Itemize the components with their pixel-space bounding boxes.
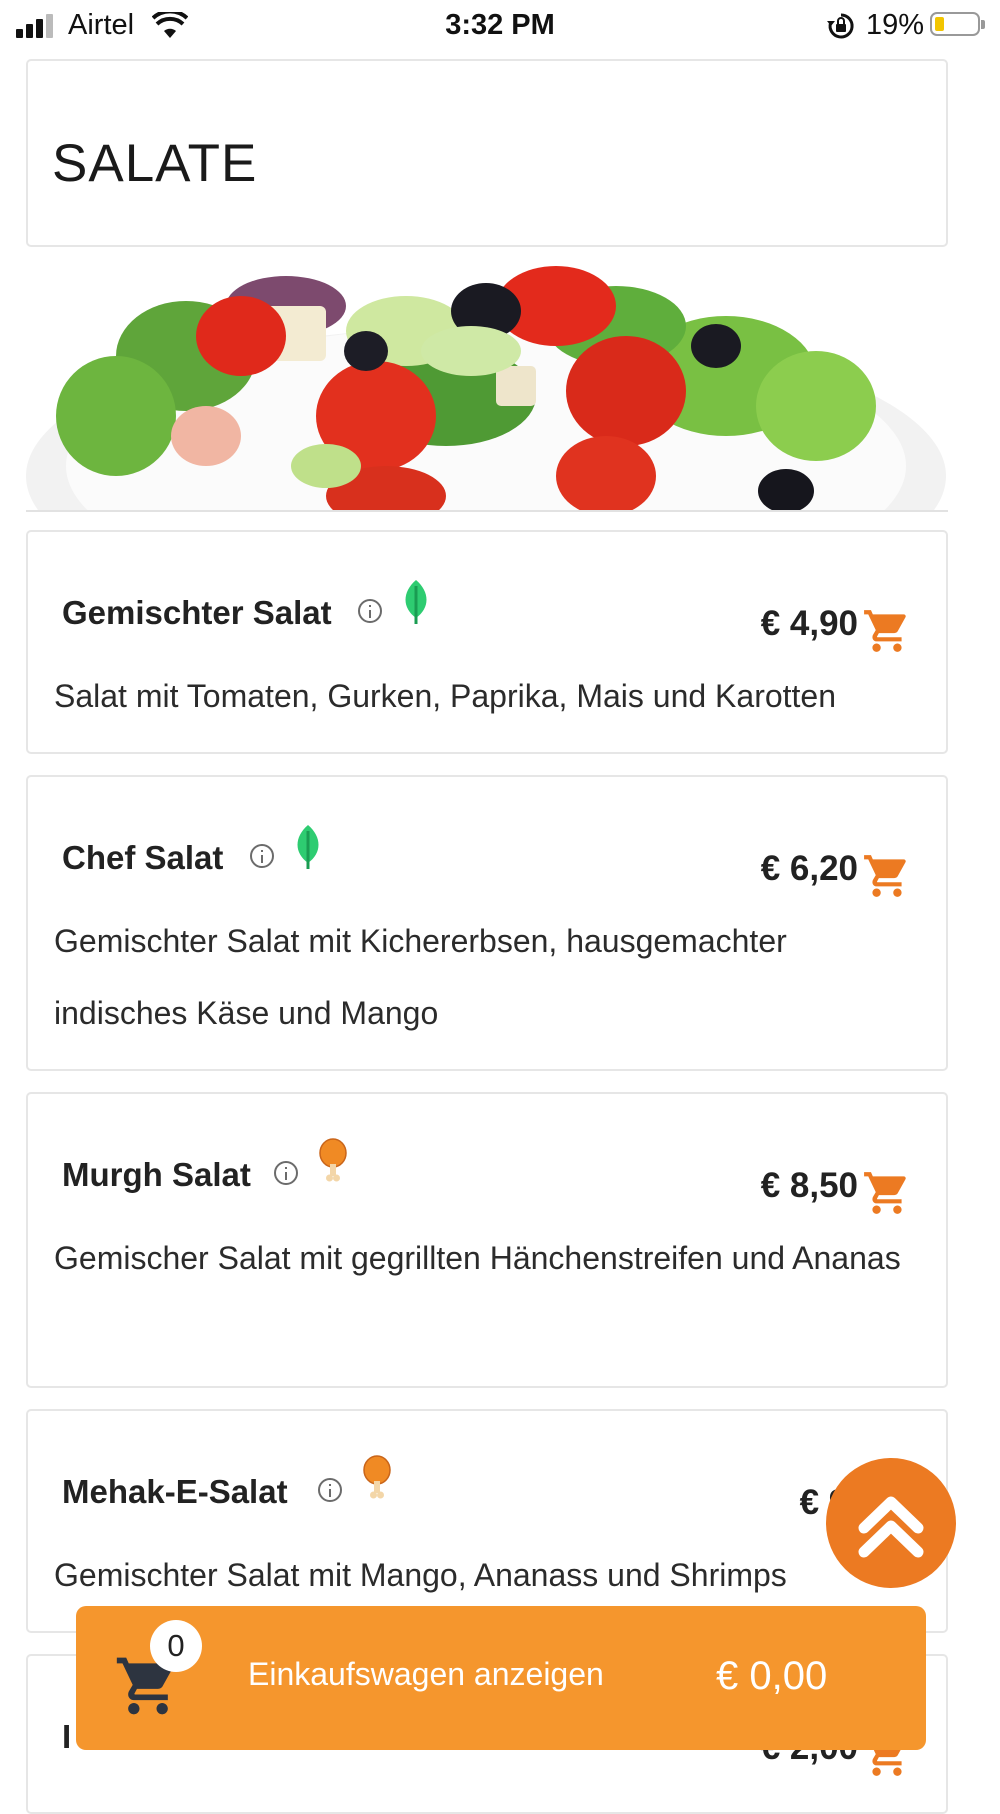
add-to-cart-icon[interactable]	[862, 1168, 912, 1218]
category-header: SALATE	[26, 59, 948, 247]
item-name: Mehak-E-Salat	[62, 1473, 288, 1510]
info-icon[interactable]	[274, 1161, 298, 1185]
item-description: Salat mit Tomaten, Gurken, Paprika, Mais…	[54, 678, 837, 714]
item-name: Gemischter Salat	[62, 594, 332, 631]
battery-icon	[930, 12, 985, 36]
view-cart-button[interactable]: 0 Einkaufswagen anzeigen € 0,00	[76, 1606, 926, 1750]
add-to-cart-icon[interactable]	[862, 851, 912, 901]
cart-total: € 0,00	[716, 1654, 828, 1698]
salad-photo	[26, 266, 948, 512]
menu-item-card[interactable]: Mehak-E-Salat € 9, Gemischter Salat mit …	[26, 1409, 948, 1633]
item-description: Gemischter Salat mit Kichererbsen, hausg…	[54, 923, 787, 1031]
item-name: I	[62, 1718, 72, 1755]
info-icon[interactable]	[250, 844, 274, 868]
leaf-icon	[297, 825, 319, 869]
chicken-leg-icon	[363, 1455, 391, 1499]
item-name: Murgh Salat	[62, 1156, 251, 1193]
double-chevron-up-icon	[858, 1496, 924, 1558]
menu-item-card[interactable]: Murgh Salat € 8,50 Gemischer Salat mit g…	[26, 1092, 948, 1388]
menu-item-card[interactable]: Chef Salat € 6,20 Gemischter Salat mit K…	[26, 775, 948, 1071]
cart-count-badge: 0	[150, 1620, 202, 1672]
item-price: € 8,50	[760, 1166, 858, 1205]
info-icon[interactable]	[318, 1478, 342, 1502]
leaf-icon	[405, 580, 427, 624]
item-price: € 4,90	[760, 604, 858, 643]
item-price: € 6,20	[760, 849, 858, 888]
info-icon[interactable]	[358, 599, 382, 623]
chicken-leg-icon	[319, 1138, 347, 1182]
battery-percent: 19%	[866, 9, 925, 41]
item-description: Gemischter Salat mit Mango, Ananass und …	[54, 1557, 787, 1593]
item-description: Gemischer Salat mit gegrillten Hänchenst…	[54, 1240, 901, 1276]
rotation-lock-icon	[827, 13, 854, 39]
view-cart-label: Einkaufswagen anzeigen	[248, 1656, 604, 1692]
salad-illustration	[26, 266, 946, 510]
add-to-cart-icon[interactable]	[862, 606, 912, 656]
menu-item-card[interactable]: Gemischter Salat € 4,90 Salat mit Tomate…	[26, 530, 948, 754]
status-bar: Airtel 3:32 PM 19%	[0, 0, 1000, 52]
category-title: SALATE	[52, 134, 258, 193]
item-name: Chef Salat	[62, 839, 224, 876]
scroll-to-top-button[interactable]	[826, 1458, 956, 1588]
